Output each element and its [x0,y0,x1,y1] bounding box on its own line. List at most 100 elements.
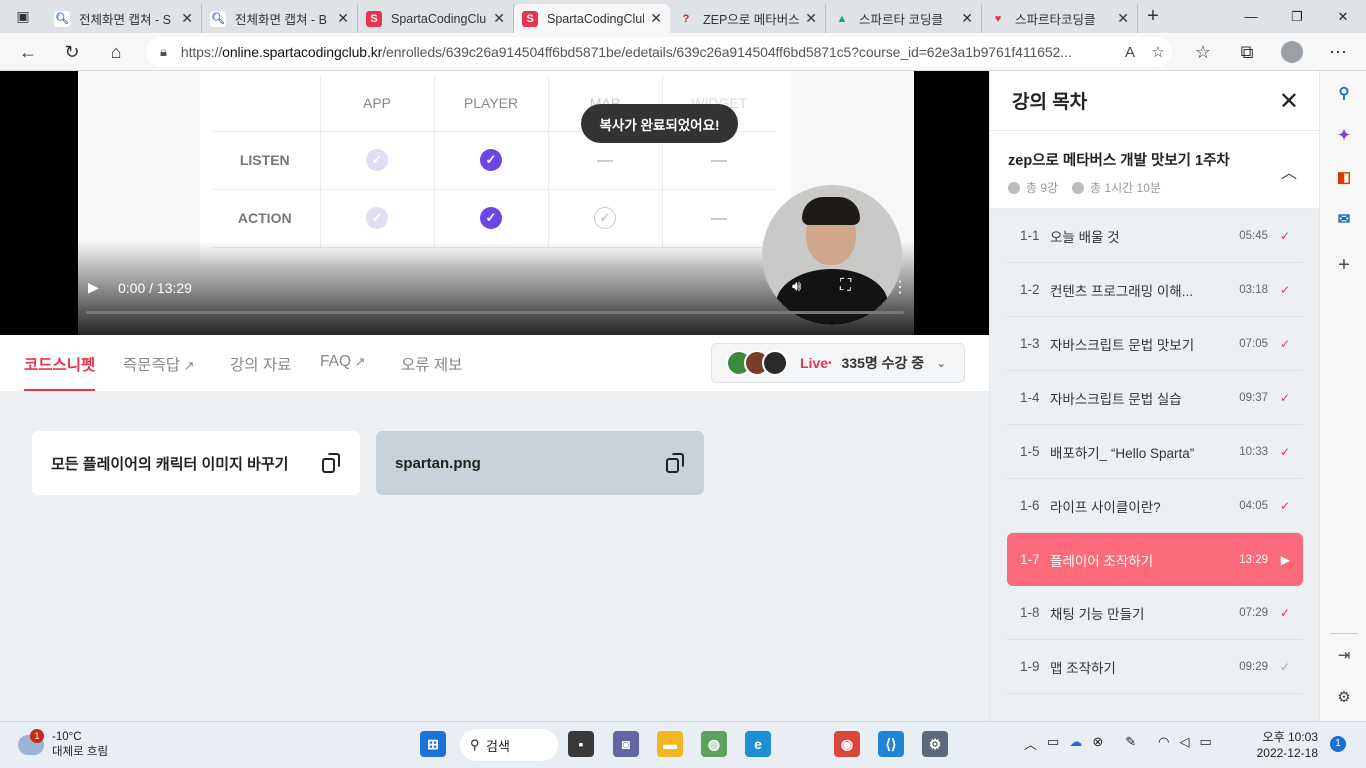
outlook-icon[interactable]: ✉ [1332,207,1356,231]
copy-icon[interactable] [666,453,684,473]
chat-icon[interactable]: ◙ [613,731,639,757]
tab-label: FAQ [320,353,352,370]
wifi-icon[interactable]: ◠ [1158,734,1169,753]
back-icon[interactable]: ← [13,38,43,66]
weather-widget[interactable]: 1 -10°C 대체로 흐림 [18,729,108,760]
snippet-card[interactable]: 모든 플레이어의 캐릭터 이미지 바꾸기 [32,431,360,495]
video-progress-bar[interactable] [86,311,904,314]
live-viewers-dropdown[interactable]: Live • 335명 수강 중 ⌄ [711,343,965,383]
more-options-icon[interactable]: ⋮ [892,277,908,297]
lesson-item[interactable]: 1-2 컨텐츠 프로그래밍 이해... 03:18 ✓ [1007,263,1303,317]
check-outline-icon: ✓ [594,207,616,229]
dash-icon [597,160,613,163]
row-label: LISTEN [210,131,320,190]
browser-tab[interactable]: S SpartaCodingClub ✕ [514,4,670,33]
close-window-icon[interactable]: ✕ [1320,0,1366,33]
browser-tab[interactable]: ♥ 스파르타코딩클 ✕ [982,4,1138,33]
close-circle-icon[interactable]: ⊗ [1092,734,1103,753]
profile-avatar[interactable] [1277,38,1307,66]
lesson-title: 배포하기_ “Hello Sparta” [1050,445,1195,461]
refresh-icon[interactable]: ↻ [57,38,87,66]
lesson-item[interactable]: 1-5 배포하기_ “Hello Sparta” 10:33 ✓ [1007,425,1303,479]
lesson-title: 맵 조작하기 [1050,660,1116,676]
lesson-item[interactable]: 1-1 오늘 배울 것 05:45 ✓ [1007,209,1303,263]
play-icon: ▶ [1280,552,1290,567]
tab-label: 강의 자료 [230,357,292,374]
add-favorite-icon[interactable]: ☆ [1144,43,1172,61]
minimize-icon[interactable]: — [1228,0,1274,33]
clock[interactable]: 오후 10:03 2022-12-18 [1256,729,1318,761]
volume-icon[interactable]: ◁ [1179,734,1189,753]
lesson-title: 오늘 배울 것 [1050,229,1120,245]
close-icon[interactable]: ✕ [337,10,349,27]
vscode-icon[interactable]: ⟨⟩ [878,731,904,757]
tab-5[interactable]: 오류 제보 [401,353,462,391]
monitor-icon[interactable]: ▭ [1047,734,1059,753]
browser-tab[interactable]: 🔍︎ 전체화면 캡쳐 - B ✕ [202,4,358,33]
lesson-item[interactable]: 1-8 채팅 기능 만들기 07:29 ✓ [1007,586,1303,640]
tab-title: SpartaCodingClub [547,11,645,26]
settings-more-icon[interactable]: ⋯ [1323,38,1353,66]
search-icon[interactable]: ⚲ [1332,81,1356,105]
gear-icon[interactable]: ⚙ [1332,685,1356,709]
volume-icon[interactable]: 🔊︎ [792,278,801,295]
browser-tab[interactable]: ▲ 스파르타 코딩클 ✕ [826,4,982,33]
close-icon[interactable]: ✕ [1279,87,1299,116]
tab-2[interactable]: 즉문즉답 ↗ [123,353,195,391]
copilot-icon[interactable]: ✦ [1332,123,1356,147]
new-tab-button[interactable]: + [1138,0,1168,33]
live-count: 335명 수강 중 [841,355,925,371]
close-icon[interactable]: ✕ [650,10,662,27]
task-view-icon[interactable]: ▪ [568,731,594,757]
browser-tab[interactable]: 🔍︎ 전체화면 캡쳐 - S ✕ [46,4,202,33]
system-tray: ︿ ▭ ☁ ⊗ ✎ ◠ ◁ ▭ [1024,734,1212,753]
read-aloud-icon[interactable]: A [1116,44,1144,61]
chevron-up-icon[interactable]: ︿ [1024,734,1037,753]
fullscreen-icon[interactable]: ⛶ [840,277,851,295]
close-icon[interactable]: ✕ [493,10,505,27]
tab-4[interactable]: FAQ ↗ [320,353,366,391]
notification-badge[interactable]: 1 [1330,736,1346,752]
edge-icon[interactable]: e [745,731,771,757]
chevron-up-icon[interactable]: ︿ [1281,159,1297,183]
home-icon[interactable]: ⌂ [101,38,131,66]
office-icon[interactable]: ◧ [1332,165,1356,189]
close-icon[interactable]: ✕ [181,10,193,27]
lesson-item[interactable]: 1-9 맵 조작하기 09:29 ✓ [1007,640,1303,694]
url-field[interactable]: 🔒︎ https://online.spartacodingclub.kr/en… [146,37,1172,67]
lesson-number: 1-8 [1020,605,1040,620]
taskbar-search[interactable]: ⚲ 검색 [460,729,558,761]
lesson-item[interactable]: 1-7 플레이어 조작하기 13:29 ▶ [1007,533,1303,586]
tab-1[interactable]: 코드스니펫 [24,353,96,391]
map-app-icon[interactable]: ◍ [701,731,727,757]
start-icon[interactable]: ⊞ [420,731,446,757]
close-icon[interactable]: ✕ [1117,10,1129,27]
pen-icon[interactable]: ✎ [1125,734,1136,753]
close-icon[interactable]: ✕ [805,10,817,27]
snippet-card[interactable]: spartan.png [376,431,704,495]
battery-icon[interactable]: ▭ [1199,734,1211,753]
tab-actions-icon[interactable]: ▣ [0,0,46,33]
file-explorer-icon[interactable]: ▬ [657,731,683,757]
play-icon[interactable]: ▶ [88,279,99,296]
chrome-icon[interactable]: ◉ [834,731,860,757]
onedrive-icon[interactable]: ☁ [1069,734,1082,753]
video-player[interactable]: APP PLAYER MAP WIDGET LISTEN ✓ ✓ ACTION ✓ ✓ ✓ 복사가… [0,71,989,335]
favorites-icon[interactable]: ☆ [1188,38,1218,66]
hide-sidebar-icon[interactable]: ⇥ [1332,643,1356,667]
browser-tab[interactable]: S SpartaCodingClub ✕ [358,4,514,33]
add-icon[interactable]: + [1332,253,1356,277]
lesson-item[interactable]: 1-4 자바스크립트 문법 실습 09:37 ✓ [1007,371,1303,425]
copy-icon[interactable] [322,453,340,473]
dash-icon [711,160,728,163]
lesson-item[interactable]: 1-3 자바스크립트 문법 맛보기 07:05 ✓ [1007,317,1303,371]
lesson-item[interactable]: 1-6 라이프 사이클이란? 04:05 ✓ [1007,479,1303,533]
tab-3[interactable]: 강의 자료 [230,353,291,391]
collections-icon[interactable]: ⧉ [1232,38,1262,66]
maximize-icon[interactable]: ❐ [1274,0,1320,33]
lesson-number: 1-4 [1020,390,1040,405]
course-header[interactable]: zep으로 메타버스 개발 맛보기 1주차 총 9강 총 1시간 10분 ︿ [990,131,1319,209]
settings-icon[interactable]: ⚙ [922,731,948,757]
browser-tab[interactable]: ? ZEP으로 메타버스 ✕ [670,4,826,33]
close-icon[interactable]: ✕ [961,10,973,27]
